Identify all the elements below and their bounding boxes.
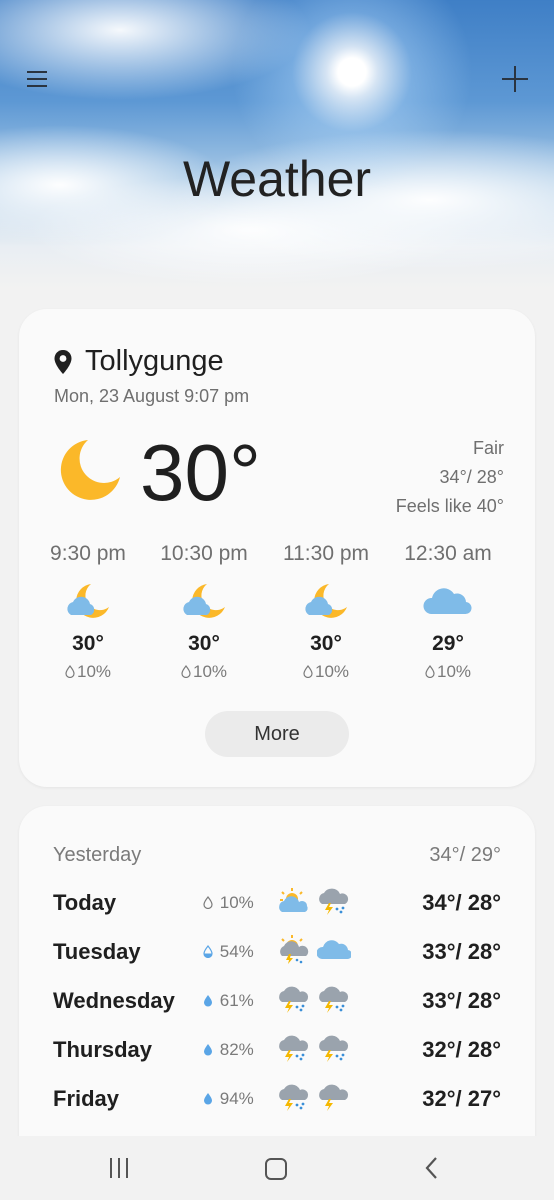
day-precip: 82% <box>219 1040 254 1059</box>
hour-time: 10:30 pm <box>160 542 248 565</box>
location-pin-icon <box>54 350 72 374</box>
daily-forecast-card[interactable]: Yesterday 34°/ 29° Today 10% 34°/ 28° Tu… <box>19 806 535 1166</box>
thunderstorm-icon <box>319 1035 349 1062</box>
day-temps: 33°/ 28° <box>422 939 501 964</box>
hourly-item: 9:30 pm 30° 10% <box>28 542 148 682</box>
condition-text: Fair <box>473 438 504 458</box>
more-button[interactable]: More <box>205 711 349 757</box>
day-temps: 34°/ 28° <box>422 890 501 915</box>
current-weather-card[interactable]: Tollygunge Mon, 23 August 9:07 pm 30° Fa… <box>19 309 535 787</box>
day-name: Today <box>53 890 117 915</box>
raindrop-icon <box>181 665 191 678</box>
day-name: Wednesday <box>53 988 175 1013</box>
back-icon[interactable] <box>424 1156 438 1180</box>
daily-row[interactable]: Tuesday 54% 33°/ 28° <box>19 931 535 971</box>
hour-temp: 30° <box>188 632 220 655</box>
thunderstorm-icon <box>279 986 309 1013</box>
day-name: Tuesday <box>53 939 141 964</box>
hour-precip: 10% <box>76 662 112 681</box>
hourly-item: 10:30 pm 30° 10% <box>144 542 264 682</box>
sun-thunderstorm-icon <box>280 935 309 964</box>
current-datetime: Mon, 23 August 9:07 pm <box>54 386 250 406</box>
thunderstorm-icon <box>319 1084 349 1111</box>
raindrop-icon <box>303 665 313 678</box>
hour-temp: 30° <box>310 632 342 655</box>
raindrop-half-icon <box>203 945 213 958</box>
daily-row[interactable]: Thursday 82% 32°/ 28° <box>19 1029 535 1069</box>
hour-precip: 10% <box>192 662 228 681</box>
raindrop-icon <box>204 1044 212 1056</box>
day-temps: 32°/ 27° <box>422 1086 501 1111</box>
cloud-icon <box>423 588 472 615</box>
raindrop-icon <box>65 665 75 678</box>
high-low-temp: 34°/ 28° <box>439 467 504 487</box>
sky-header: Weather <box>0 0 554 290</box>
sun-cloud-icon <box>279 888 308 912</box>
day-temps: 32°/ 28° <box>422 1037 501 1062</box>
thunderstorm-icon <box>319 986 349 1013</box>
app-title: Weather <box>182 151 372 207</box>
raindrop-icon <box>203 896 213 909</box>
thunderstorm-icon <box>279 1084 309 1111</box>
system-navigation-bar <box>0 1136 554 1200</box>
thunderstorm-icon <box>319 888 349 915</box>
hamburger-menu-icon[interactable] <box>24 66 50 92</box>
day-name: Friday <box>53 1086 120 1111</box>
home-icon[interactable] <box>265 1158 287 1180</box>
moon-cloud-icon <box>305 584 347 618</box>
recent-apps-icon[interactable] <box>109 1158 131 1178</box>
hourly-item: 11:30 pm 30° 10% <box>266 542 386 682</box>
hour-time: 12:30 am <box>404 542 492 565</box>
day-precip: 54% <box>219 942 254 961</box>
raindrop-icon <box>425 665 435 678</box>
raindrop-icon <box>204 1093 212 1105</box>
day-precip: 10% <box>219 893 254 912</box>
crescent-moon-icon <box>60 440 120 500</box>
hourly-item: 12:30 am 29° 10% <box>388 542 508 682</box>
daily-row[interactable]: Today 10% 34°/ 28° <box>19 882 535 922</box>
location-name: Tollygunge <box>85 345 224 377</box>
hour-time: 11:30 pm <box>283 542 369 565</box>
raindrop-icon <box>204 995 212 1007</box>
daily-row[interactable]: Wednesday 61% 33°/ 28° <box>19 980 535 1020</box>
hour-temp: 29° <box>432 632 464 655</box>
moon-cloud-icon <box>183 584 225 618</box>
day-name: Thursday <box>53 1037 153 1062</box>
cloud-icon <box>317 940 351 960</box>
day-precip: 94% <box>219 1089 254 1108</box>
hour-precip: 10% <box>436 662 472 681</box>
feels-like: Feels like 40° <box>395 496 504 516</box>
condition-summary: Fair 34°/ 28° Feels like 40° <box>396 434 504 521</box>
daily-row[interactable]: Friday 94% 32°/ 27° <box>19 1078 535 1118</box>
yesterday-label: Yesterday <box>53 844 142 866</box>
day-precip: 61% <box>219 991 254 1010</box>
moon-cloud-icon <box>67 584 109 618</box>
hour-time: 9:30 pm <box>50 542 126 565</box>
yesterday-temps: 34°/ 29° <box>429 844 501 866</box>
current-temperature: 30° <box>140 428 261 517</box>
thunderstorm-icon <box>279 1035 309 1062</box>
hour-temp: 30° <box>72 632 104 655</box>
hour-precip: 10% <box>314 662 350 681</box>
add-location-button[interactable] <box>500 64 530 94</box>
day-temps: 33°/ 28° <box>422 988 501 1013</box>
